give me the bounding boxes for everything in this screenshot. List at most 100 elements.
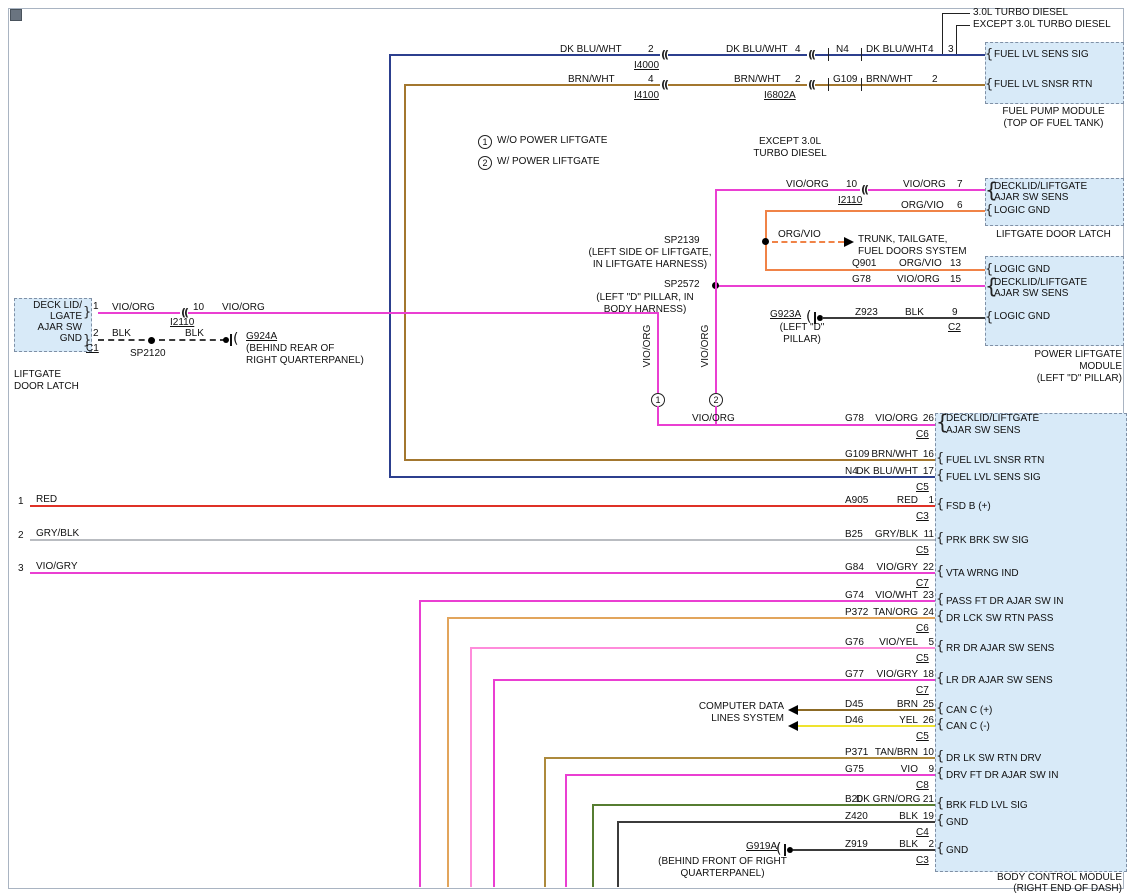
option-2-marker: 2 [709,393,723,407]
legend-item: W/O POWER LIFTGATE [497,135,607,147]
pin-brace-icon: { [936,469,944,482]
wire-color-label: VIO/ORG [222,302,265,314]
pin-number-label: 13 [950,258,961,270]
ground-location: (BEHIND REAR OF [246,343,334,355]
connector-link[interactable]: C6 [916,429,929,441]
pin-number-label: 7 [957,179,963,191]
wire-option2-vert [715,189,717,393]
pin-number-label: 23 [918,590,934,602]
wire-color-label: GRY/BLK [36,528,79,540]
wire-color-label: RED [856,495,918,507]
pin-number-label: 21 [918,794,934,806]
pin-number-label: 18 [918,669,934,681]
wire-color-label: ORG/VIO [778,229,821,241]
wire-color-label: VIO/GRY [36,561,78,573]
harness-tick [828,48,829,61]
inline-connector-icon: (( [660,49,668,60]
wire-color-label: VIO [856,764,918,776]
variant-ref-line [956,25,970,26]
module-pin-label: LOGIC GND [994,205,1050,217]
wire-color-label: TAN/ORG [856,607,918,619]
pin-number-label: 24 [918,607,934,619]
pin-number-label: 9 [918,764,934,776]
circuit-id-label: Q901 [852,258,876,270]
connector-link[interactable]: C5 [916,482,929,494]
pin-brace-icon: { [985,204,993,217]
pin-brace-icon: { [936,610,944,623]
module-pin-label: AJAR SW SENS [994,192,1068,204]
wire-color-label: ORG/VIO [901,200,944,212]
pin-number-label: 16 [918,449,934,461]
module-pin-label: GND [946,817,968,829]
except-note: EXCEPT 3.0L [735,136,845,148]
pin-brace-icon: { [936,640,944,653]
ground-location: PILLAR) [762,334,842,346]
wiring-diagram: 3.0L TURBO DIESEL EXCEPT 3.0L TURBO DIES… [0,0,1132,896]
wire-color-label: RED [36,494,57,506]
variant-ref-line [956,25,957,55]
vertical-wire-label: VIO/ORG [700,316,712,376]
pin-number-label: 6 [957,200,963,212]
wire-color-label: VIO/ORG [692,413,735,425]
system-label: LINES SYSTEM [680,713,784,725]
connector-link[interactable]: C7 [916,685,929,697]
wire-color-label: DK GRN/ORG [856,794,918,806]
pin-number-label: 26 [918,715,934,727]
module-pin-label: AJAR SW SENS [994,288,1068,300]
inline-connector-icon: (( [807,79,815,90]
module-pin-label: FUEL LVL SNSR RTN [994,79,1092,91]
pin-brace-icon: { [985,311,993,324]
module-caption: DOOR LATCH [14,381,79,393]
connector-link-i2110[interactable]: I2110 [838,195,862,207]
pin-number-label: 4 [795,44,801,56]
connector-link-i6802a[interactable]: I6802A [764,90,796,102]
connector-link[interactable]: C5 [916,653,929,665]
wire-number-label: 1 [18,496,24,508]
wire-color-label: DK BLU/WHT [866,44,928,56]
wire-latch-logic-gnd [766,210,985,212]
inline-connector-icon: (( [860,184,868,195]
harness-tick [861,48,862,61]
pin-number-label: 25 [918,699,934,711]
pin-brace-icon: { [936,672,944,685]
ground-link-g923a[interactable]: G923A [770,309,801,321]
pin-brace-icon: { [936,565,944,578]
wire-color-label: VIO/GRY [856,562,918,574]
connector-link[interactable]: C8 [916,780,929,792]
wire-color-label: BLK [112,328,131,340]
pin-brace-icon: { [936,702,944,715]
connector-link[interactable]: C5 [916,545,929,557]
module-pin-label: PASS FT DR AJAR SW IN [946,596,1063,608]
pin-brace-icon: { [936,797,944,810]
inline-connector-icon: (( [660,79,668,90]
circuit-id-label: G78 [852,274,871,286]
pin-brace-icon: { [936,498,944,511]
splice-label: SP2139 [664,235,700,247]
wire-prk-brk [30,539,935,541]
pin-number-label: 17 [918,466,934,478]
connector-link-c2[interactable]: C2 [948,322,961,334]
connector-link[interactable]: C3 [916,511,929,523]
wire-color-label: BRN/WHT [866,74,913,86]
connector-link-i4000[interactable]: I4000 [634,60,659,72]
connector-link[interactable]: C6 [916,623,929,635]
system-label: COMPUTER DATA [680,701,784,713]
wire-color-label: GRY/BLK [856,529,918,541]
connector-link[interactable]: C4 [916,827,929,839]
pin-number-label: 3 [948,44,954,56]
connector-link[interactable]: C5 [916,731,929,743]
connector-link-i4100[interactable]: I4100 [634,90,659,102]
wire-drlck-pass-vert [447,617,449,887]
ground-link-g924a[interactable]: G924A [246,331,277,343]
module-pin-label: GND [946,845,968,857]
pin-brace-icon: { [936,814,944,827]
connector-link[interactable]: C3 [916,855,929,867]
wire-color-label: VIO/YEL [856,637,918,649]
pin-number-label: 2 [918,839,934,851]
splice-label: SP2120 [130,348,166,360]
connector-link-c1[interactable]: C1 [86,343,99,355]
connector-link[interactable]: C7 [916,578,929,590]
wire-color-label: BRN [856,699,918,711]
pin-number-label: 26 [918,413,934,425]
ground-link-g919a[interactable]: G919A [746,841,777,853]
